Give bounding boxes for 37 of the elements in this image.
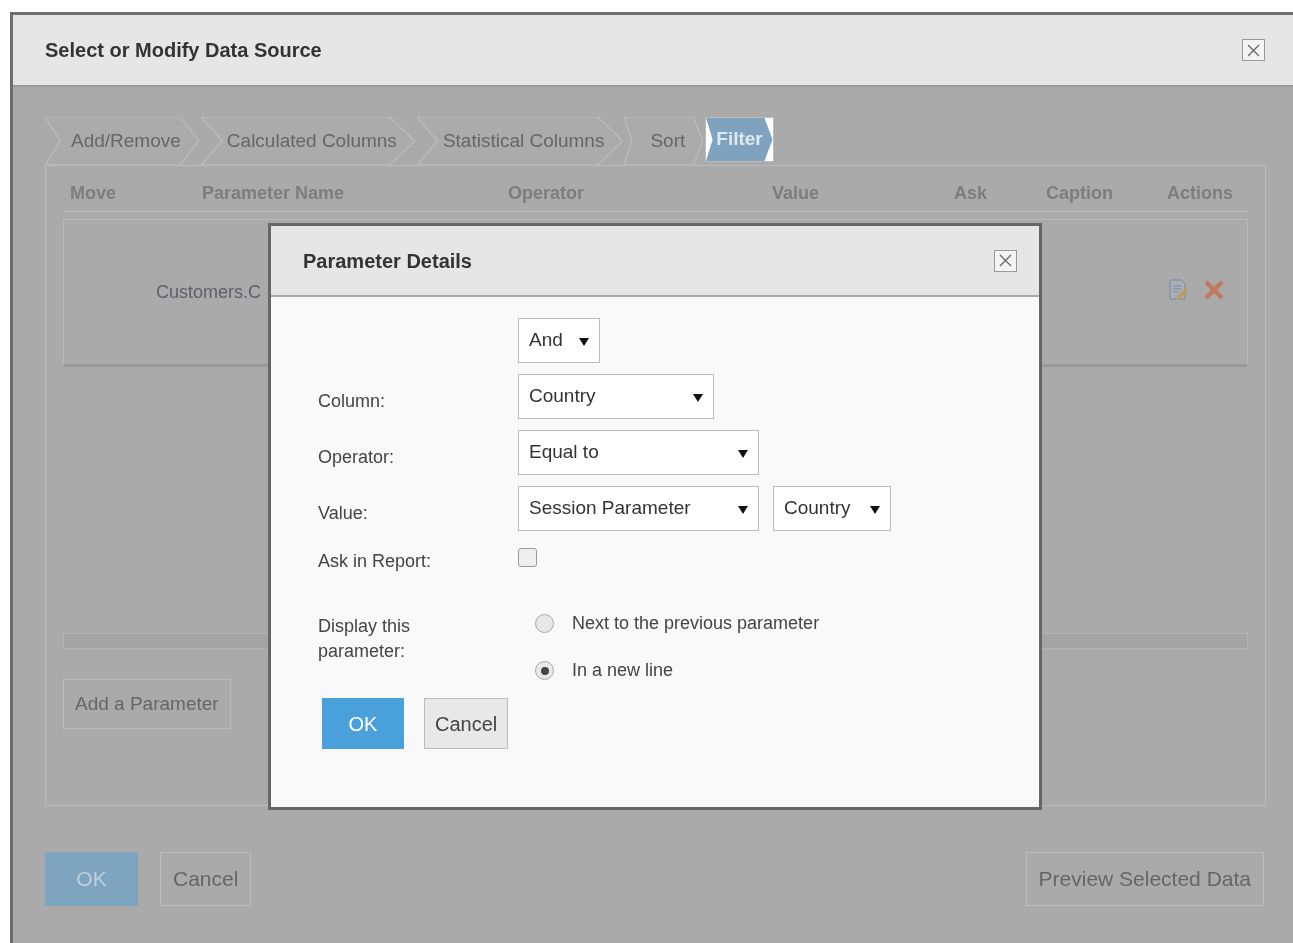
field-label: Operator: <box>318 446 396 469</box>
dropdown[interactable]: Session Parameter <box>518 486 759 531</box>
dropdown[interactable]: Country <box>773 486 891 531</box>
add-parameter-button[interactable]: Add a Parameter <box>63 679 231 729</box>
wizard-tab[interactable]: Add/Remove <box>45 117 199 165</box>
edit-document-icon[interactable] <box>1167 278 1191 302</box>
window-title: Select or Modify Data Source <box>45 38 322 63</box>
close-icon[interactable] <box>1242 39 1265 61</box>
radio-button[interactable] <box>535 614 554 633</box>
checkbox[interactable] <box>518 548 537 567</box>
table-cell-text: Customers.C <box>156 280 262 304</box>
preview-button[interactable]: Preview Selected Data <box>1025 852 1264 906</box>
dropdown[interactable]: Equal to <box>518 430 759 475</box>
field-label: Display this parameter: <box>318 615 412 664</box>
caret-icon <box>870 504 880 515</box>
field-label: Column: <box>318 390 387 413</box>
wizard-tab[interactable]: Calculated Columns <box>200 117 415 165</box>
caret-icon <box>579 336 589 347</box>
field-label: Ask in Report: <box>318 550 433 573</box>
ok-button[interactable]: OK <box>322 698 404 749</box>
ok-button[interactable]: OK <box>45 852 138 906</box>
close-icon[interactable] <box>994 249 1017 272</box>
delete-icon[interactable] <box>1203 279 1225 301</box>
radio-label: Next to the previous parameter <box>572 612 820 635</box>
radio-button[interactable] <box>535 661 554 680</box>
cancel-button[interactable]: Cancel <box>424 698 509 749</box>
dropdown[interactable]: Country <box>518 374 714 419</box>
wizard-tab[interactable]: Sort <box>624 117 704 165</box>
dialog-title: Parameter Details <box>303 248 472 274</box>
field-label: Value: <box>318 502 369 525</box>
cancel-button[interactable]: Cancel <box>160 852 252 906</box>
caret-icon <box>738 504 748 515</box>
caret-icon <box>693 392 703 403</box>
radio-label: In a new line <box>572 659 674 682</box>
caret-icon <box>738 448 748 459</box>
wizard-tab[interactable]: Filter <box>705 117 774 162</box>
dropdown[interactable]: And <box>518 318 600 363</box>
